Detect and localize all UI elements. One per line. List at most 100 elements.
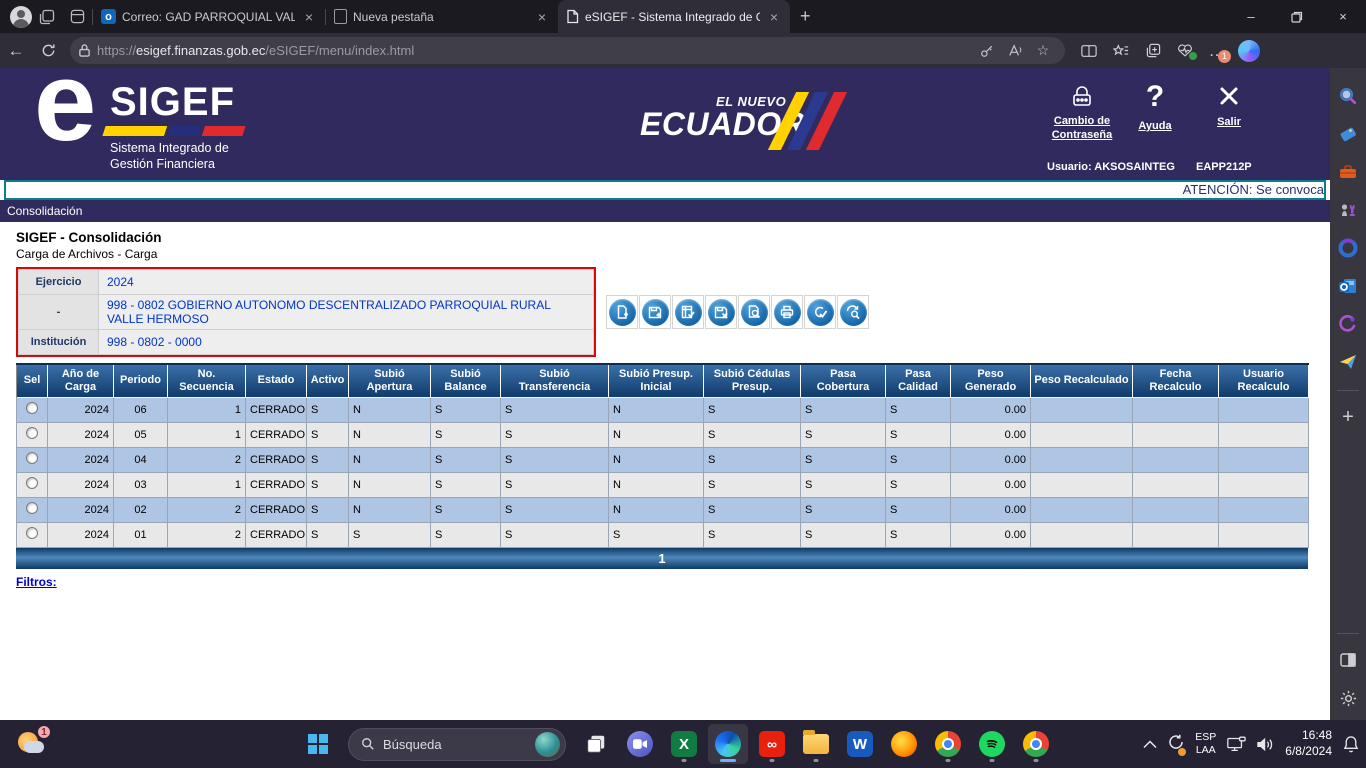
row-cell: 02 [114, 497, 168, 522]
collections-icon[interactable] [1137, 37, 1169, 65]
chat-button[interactable] [620, 724, 660, 764]
profile-avatar[interactable] [10, 6, 32, 28]
spotify-button[interactable] [972, 724, 1012, 764]
row-cell: N [349, 422, 431, 447]
window-restore-button[interactable] [1274, 0, 1320, 33]
row-select-radio[interactable] [26, 527, 38, 539]
speaker-icon[interactable] [1256, 736, 1275, 753]
favorite-star-icon[interactable]: ☆ [1029, 39, 1057, 63]
tab-close-icon[interactable]: × [301, 9, 317, 25]
settings-more-icon[interactable]: … 1 [1201, 37, 1233, 65]
start-button[interactable] [298, 724, 338, 764]
page-title: SIGEF - Consolidación [16, 230, 1330, 245]
file-explorer-button[interactable] [796, 724, 836, 764]
notifications-bell-icon[interactable] [1342, 735, 1360, 754]
tray-chevron-icon[interactable] [1143, 740, 1157, 749]
window-close-button[interactable]: × [1320, 0, 1366, 33]
tab-close-icon[interactable]: × [534, 9, 550, 25]
help-link[interactable]: ? Ayuda [1122, 82, 1188, 134]
validate-button[interactable] [672, 295, 704, 329]
approve-button[interactable] [804, 295, 836, 329]
row-select-radio[interactable] [26, 502, 38, 514]
split-screen-icon[interactable] [1073, 37, 1105, 65]
print-button[interactable] [771, 295, 803, 329]
excel-button[interactable]: X [664, 724, 704, 764]
read-aloud-icon[interactable] [1001, 39, 1029, 63]
delete-button[interactable] [705, 295, 737, 329]
form-value: 998 - 0802 - 0000 [99, 330, 594, 355]
tab-esigef-active[interactable]: eSIGEF - Sistema Integrado de G × [558, 0, 790, 33]
esigef-header: e SIGEF Sistema Integrado deGestión Fina… [0, 68, 1330, 180]
row-cell [1031, 522, 1133, 547]
page-viewport: e SIGEF Sistema Integrado deGestión Fina… [0, 68, 1330, 720]
column-header: Usuario Recalculo [1219, 364, 1309, 397]
consult-button[interactable] [738, 295, 770, 329]
taskbar-search[interactable]: Búsqueda [348, 728, 566, 761]
row-cell: N [349, 472, 431, 497]
tab-actions-icon[interactable] [62, 4, 92, 30]
sidebar-drop-icon[interactable] [1336, 312, 1360, 336]
address-field[interactable]: https://esigef.finanzas.gob.ec/eSIGEF/me… [70, 37, 1065, 64]
form-row-entidad: - 998 - 0802 GOBIERNO AUTONOMO DESCENTRA… [19, 295, 594, 330]
browser-address-bar: ← https://esigef.finanzas.gob.ec/eSIGEF/… [0, 33, 1366, 68]
sidebar-outlook-icon[interactable] [1336, 274, 1360, 298]
row-select-radio[interactable] [26, 452, 38, 464]
task-view-button[interactable] [576, 724, 616, 764]
language-indicator[interactable]: ESPLAA [1195, 731, 1216, 757]
save-button[interactable] [639, 295, 671, 329]
change-password-link[interactable]: Cambio de Contraseña [1047, 82, 1117, 143]
copilot-icon[interactable] [1233, 37, 1265, 65]
row-cell: 0.00 [951, 497, 1031, 522]
row-cell: S [801, 422, 886, 447]
edge-button[interactable] [708, 724, 748, 764]
create-button[interactable] [606, 295, 638, 329]
sidebar-add-icon[interactable]: + [1336, 405, 1360, 429]
window-minimize-button[interactable]: – [1228, 0, 1274, 33]
network-icon[interactable] [1226, 735, 1246, 753]
password-key-icon[interactable] [973, 39, 1001, 63]
column-header: Año de Carga [48, 364, 114, 397]
form-row-ejercicio: Ejercicio 2024 [19, 270, 594, 295]
back-icon[interactable]: ← [0, 37, 32, 65]
menu-consolidacion[interactable]: Consolidación [0, 200, 1330, 222]
table-row: 2024061CERRADOSNSSNSSS0.00 [17, 397, 1309, 422]
row-cell: S [501, 447, 609, 472]
sidebar-settings-icon[interactable] [1336, 686, 1360, 710]
sidebar-search-icon[interactable] [1336, 84, 1360, 108]
firefox-button[interactable] [884, 724, 924, 764]
refresh-icon[interactable] [32, 37, 64, 65]
sidebar-tools-icon[interactable] [1336, 160, 1360, 184]
exit-link[interactable]: Salir [1196, 82, 1262, 130]
favorites-icon[interactable] [1105, 37, 1137, 65]
tab-nueva-pestana[interactable]: Nueva pestaña × [326, 0, 558, 33]
word-button[interactable]: W [840, 724, 880, 764]
reload-button[interactable] [837, 295, 869, 329]
sidebar-m365-icon[interactable] [1336, 236, 1360, 260]
tab-title: Nueva pestaña [353, 10, 528, 24]
chrome-button[interactable] [928, 724, 968, 764]
sidebar-divider [1337, 390, 1359, 391]
grid-pagination[interactable]: 1 [16, 548, 1308, 569]
column-header: Subió Balance [431, 364, 501, 397]
chrome-profile-button[interactable] [1016, 724, 1056, 764]
new-tab-button[interactable]: + [800, 6, 811, 27]
row-cell [1219, 522, 1309, 547]
sidebar-send-icon[interactable] [1336, 350, 1360, 374]
widgets-button[interactable]: 1 [16, 728, 50, 760]
sidebar-games-icon[interactable] [1336, 198, 1360, 222]
row-cell [1219, 472, 1309, 497]
row-select-radio[interactable] [26, 477, 38, 489]
tab-correo[interactable]: o Correo: GAD PARROQUIAL VALLE × [93, 0, 325, 33]
workspaces-icon[interactable] [32, 4, 62, 30]
filters-link[interactable]: Filtros: [16, 575, 57, 589]
row-select-radio[interactable] [26, 402, 38, 414]
tab-close-icon[interactable]: × [766, 9, 782, 25]
update-sync-icon[interactable] [1167, 733, 1185, 756]
results-grid: SelAño de CargaPeriodoNo. SecuenciaEstad… [16, 363, 1308, 569]
sidebar-shopping-icon[interactable] [1336, 122, 1360, 146]
clock-tray[interactable]: 16:486/8/2024 [1285, 728, 1332, 759]
acrobat-button[interactable]: ∞ [752, 724, 792, 764]
browser-essentials-icon[interactable] [1169, 37, 1201, 65]
row-select-radio[interactable] [26, 427, 38, 439]
sidebar-panel-icon[interactable] [1336, 648, 1360, 672]
